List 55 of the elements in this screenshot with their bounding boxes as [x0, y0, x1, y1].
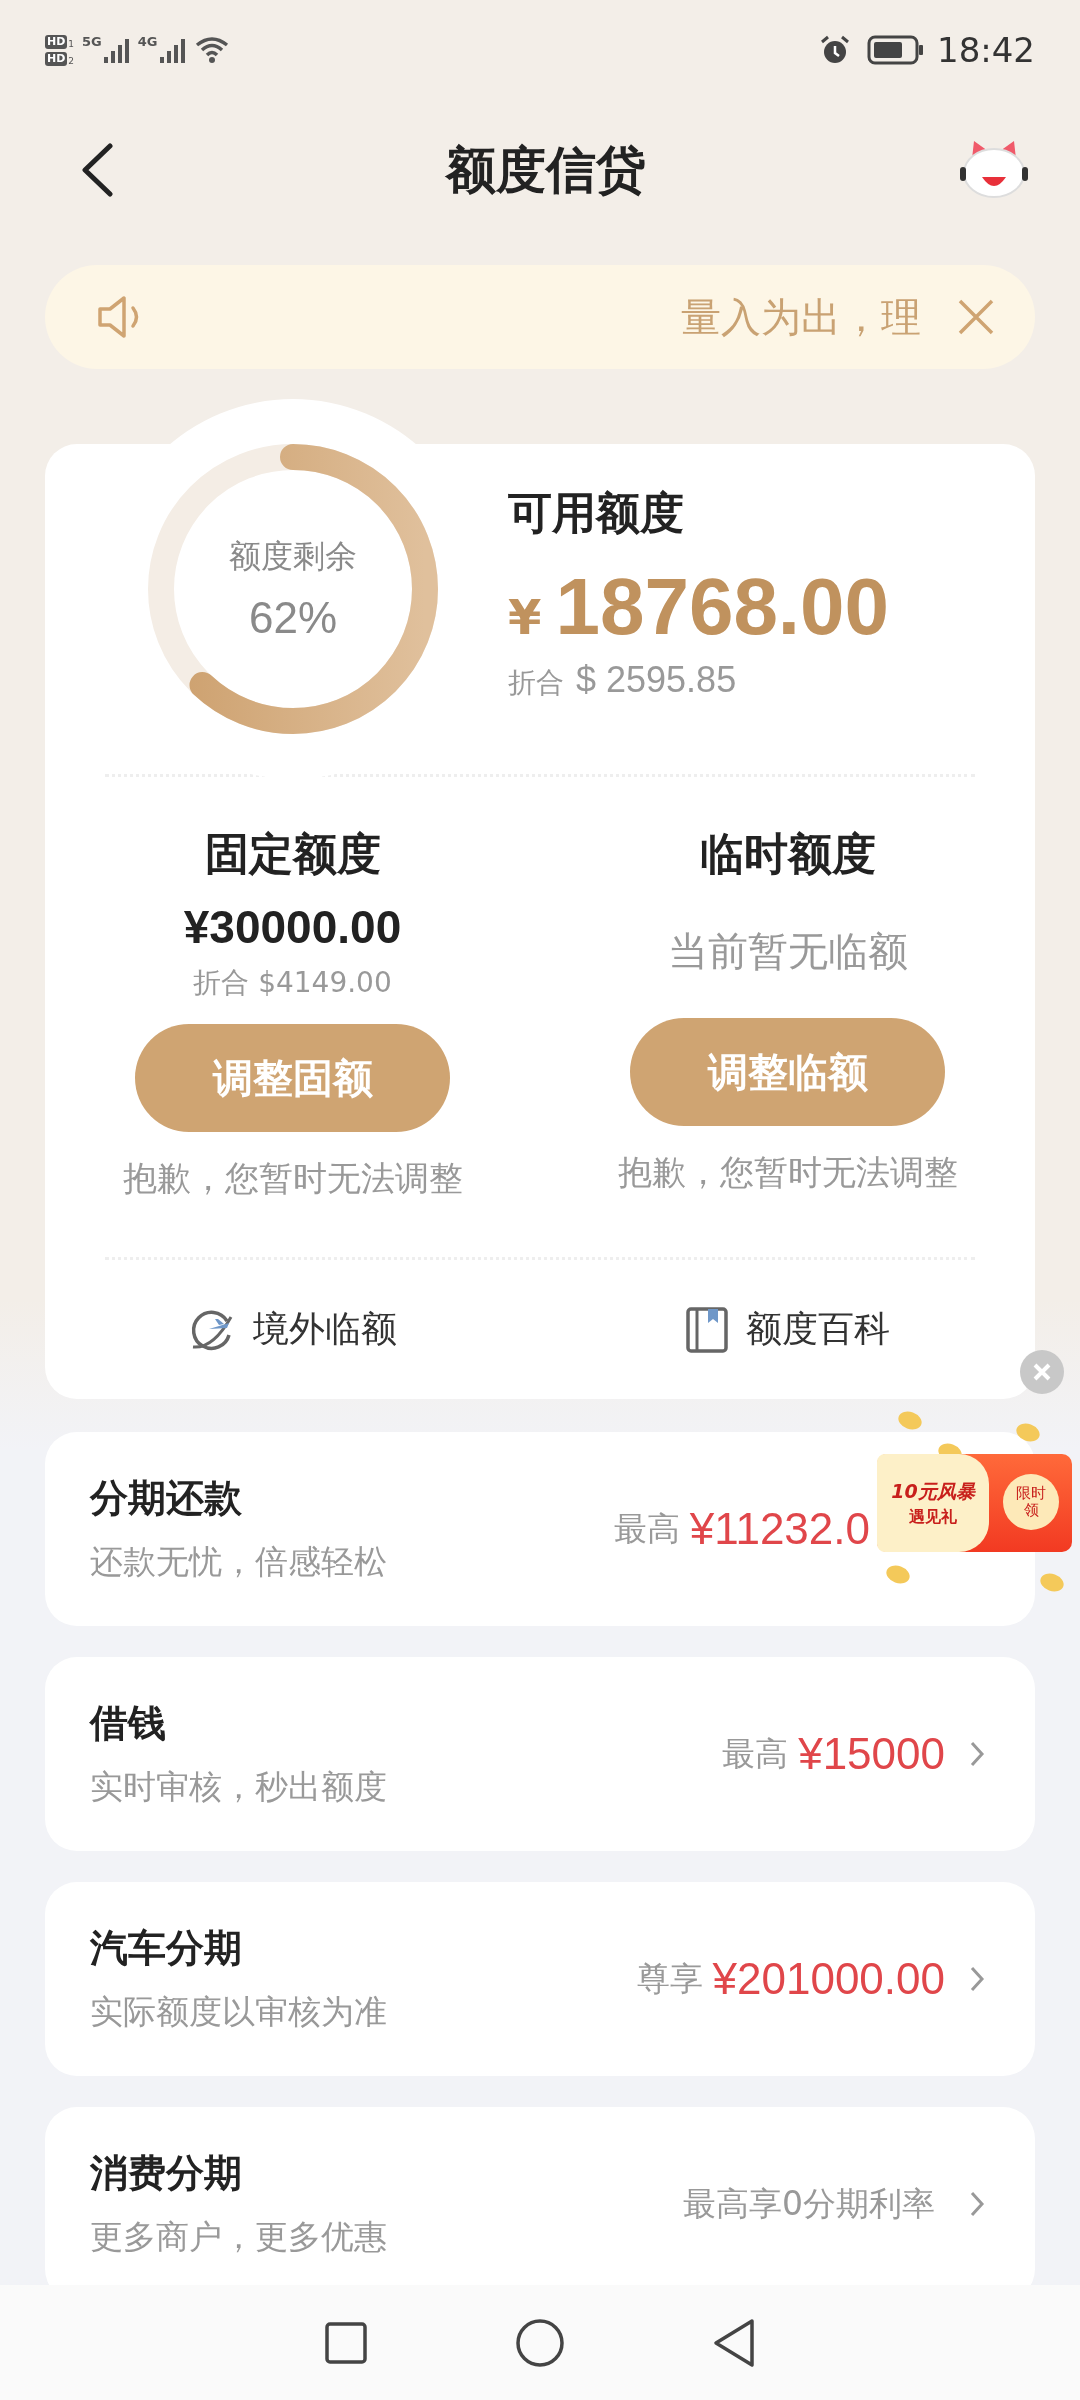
shortcut-link[interactable]: 境外临额 — [252, 1305, 397, 1354]
wifi-icon — [193, 35, 230, 65]
product-amount: ¥15000 — [798, 1729, 945, 1779]
sim-badge: HD — [45, 51, 68, 66]
product-subtitle: 实际额度以审核为准 — [90, 1991, 388, 2033]
book-icon — [685, 1306, 728, 1353]
product-card[interactable]: 汽车分期 实际额度以审核为准 尊享 ¥201000.00 — [45, 1882, 1035, 2076]
amount-prefix: 尊享 — [636, 1957, 703, 2000]
sim-slot: 2 — [68, 55, 75, 66]
limit-amount: ¥30000.00 — [183, 900, 402, 954]
product-card[interactable]: 消费分期 更多商户，更多优惠 最高享0分期利率 — [45, 2107, 1035, 2285]
back-button[interactable] — [712, 2317, 757, 2368]
claim-badge[interactable]: 限时领 — [1003, 1474, 1059, 1530]
product-title: 汽车分期 — [90, 1925, 243, 1972]
clock-time: 18:42 — [937, 30, 1035, 70]
product-title: 分期还款 — [90, 1475, 243, 1522]
shortcut-link[interactable]: 额度百科 — [745, 1305, 890, 1354]
empty-limit-text: 当前暂无临额 — [667, 927, 908, 976]
recents-button[interactable] — [323, 2320, 368, 2365]
converted-amount: 折合 $4149.00 — [193, 965, 392, 1001]
back-icon[interactable] — [80, 143, 114, 197]
currency-sign: ¥ — [508, 589, 542, 645]
page-title: 额度信贷 — [444, 139, 647, 201]
battery-icon — [867, 34, 925, 66]
ring-label: 额度剩余 — [229, 536, 357, 577]
product-subtitle: 还款无忧，倍感轻松 — [90, 1541, 388, 1583]
remaining-percent: 62% — [248, 593, 338, 643]
product-amount: ¥201000.00 — [712, 1954, 945, 2004]
product-amount: ¥11232.0 — [689, 1504, 870, 1554]
amount-prefix: 最高享0分期利率 — [683, 2182, 935, 2225]
product-subtitle: 实时审核，秒出额度 — [90, 1766, 388, 1808]
amount-prefix: 最高 — [613, 1507, 680, 1550]
adjust-note: 抱歉，您暂时无法调整 — [617, 1151, 958, 1194]
product-title: 借钱 — [90, 1700, 167, 1747]
available-label: 可用额度 — [508, 486, 685, 540]
home-button[interactable] — [515, 2317, 565, 2368]
converted-label: 折合 — [508, 665, 564, 701]
sim-badge: HD — [45, 34, 68, 49]
alarm-icon — [819, 34, 851, 66]
limit-title: 固定额度 — [204, 827, 381, 881]
promo-subtitle: 遇见礼 — [909, 1506, 957, 1528]
notice-text: 量入为出，理 — [680, 292, 921, 342]
promo-title: 10元风暴 — [891, 1478, 975, 1504]
network-type: 4G — [137, 35, 158, 49]
product-card[interactable]: 借钱 实时审核，秒出额度 最高 ¥15000 — [45, 1657, 1035, 1851]
adjust-note: 抱歉，您暂时无法调整 — [122, 1157, 463, 1200]
product-title: 消费分期 — [90, 2150, 243, 2197]
network-type: 5G — [82, 35, 102, 49]
product-subtitle: 更多商户，更多优惠 — [90, 2216, 388, 2258]
limit-title: 临时额度 — [699, 827, 876, 881]
sim-slot: 1 — [68, 38, 75, 49]
amount-prefix: 最高 — [722, 1732, 789, 1775]
converted-amount: $ 2595.85 — [576, 659, 737, 701]
gift-envelope[interactable]: 10元风暴 遇见礼 限时领 — [877, 1454, 1072, 1552]
available-amount: 18768.00 — [555, 561, 890, 653]
